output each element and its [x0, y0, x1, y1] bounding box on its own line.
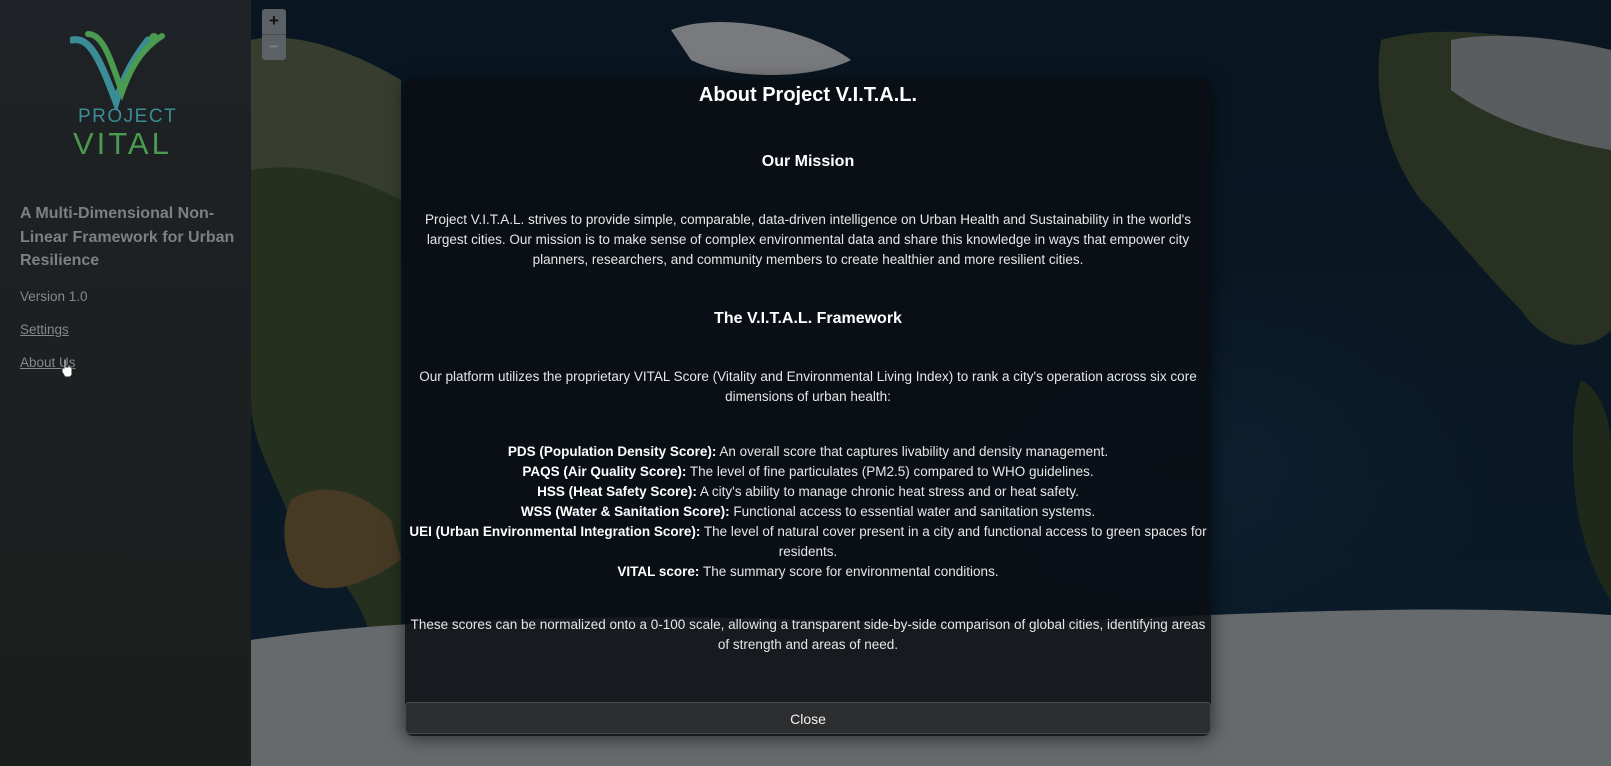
mission-heading: Our Mission: [761, 153, 855, 170]
score-name: PDS (Population Density Score):: [507, 444, 717, 459]
zoom-out-button[interactable]: −: [262, 35, 286, 60]
score-name: UEI (Urban Environmental Integration Sco…: [409, 524, 701, 539]
logo-text-project: PROJECT: [78, 106, 178, 127]
score-name: VITAL score:: [617, 564, 700, 579]
score-item-uei: UEI (Urban Environmental Integration Sco…: [409, 522, 1207, 562]
score-description: The summary score for environmental cond…: [699, 564, 999, 579]
sidebar: PROJECT VITAL A Multi-Dimensional Non-Li…: [0, 0, 251, 766]
score-description: A city's ability to manage chronic heat …: [696, 484, 1079, 499]
score-item-pds: PDS (Population Density Score): An overa…: [409, 442, 1207, 462]
mission-text: Project V.I.T.A.L. strives to provide si…: [425, 212, 1191, 267]
score-item-paqs: PAQS (Air Quality Score): The level of f…: [409, 462, 1207, 482]
score-item-hss: HSS (Heat Safety Score): A city's abilit…: [409, 482, 1207, 502]
project-vital-logo: PROJECT VITAL: [68, 30, 188, 161]
score-name: HSS (Heat Safety Score):: [537, 484, 697, 499]
score-description: An overall score that captures livabilit…: [716, 444, 1109, 459]
framework-text: Our platform utilizes the proprietary VI…: [419, 369, 1197, 404]
framework-heading: The V.I.T.A.L. Framework: [714, 310, 902, 327]
modal-title: About Project V.I.T.A.L.: [698, 84, 918, 106]
score-description: Functional access to essential water and…: [729, 504, 1096, 519]
settings-link[interactable]: Settings: [20, 322, 69, 337]
normalize-text: These scores can be normalized onto a 0-…: [410, 617, 1206, 652]
score-description: The level of fine particulates (PM2.5) c…: [686, 464, 1094, 479]
zoom-control: + −: [262, 9, 286, 60]
score-item-wss: WSS (Water & Sanitation Score): Function…: [409, 502, 1207, 522]
score-list: PDS (Population Density Score): An overa…: [405, 442, 1211, 582]
hand-pointer-cursor-icon: [61, 358, 73, 378]
logo-text-vital: VITAL: [73, 126, 172, 161]
zoom-in-button[interactable]: +: [262, 9, 286, 35]
vital-v-logo-icon: [70, 31, 165, 110]
score-name: PAQS (Air Quality Score):: [522, 464, 687, 479]
about-modal: About Project V.I.T.A.L. Our Mission Pro…: [405, 80, 1211, 736]
version-label: Version 1.0: [20, 289, 88, 304]
score-name: WSS (Water & Sanitation Score):: [520, 504, 730, 519]
app-tagline: A Multi-Dimensional Non-Linear Framework…: [20, 205, 235, 269]
score-description: The level of natural cover present in a …: [700, 524, 1207, 559]
score-item-vital: VITAL score: The summary score for envir…: [409, 562, 1207, 582]
close-button[interactable]: Close: [405, 702, 1211, 734]
